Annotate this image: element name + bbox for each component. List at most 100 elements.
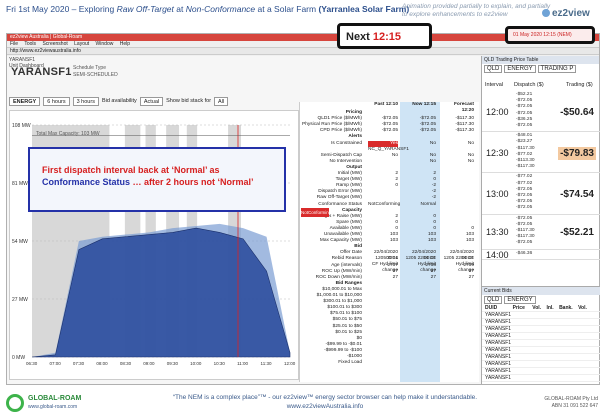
bid-row[interactable]: YARANSF1 xyxy=(482,361,600,368)
table-row-label: Bid Ranges xyxy=(335,280,362,286)
title-prefix: Fri 1st May 2020 – Exploring xyxy=(6,4,117,14)
trading-price-panel: QLD Trading Price Table QLD ENERGY TRADI… xyxy=(481,56,600,384)
table-row-label: Spare (MW) xyxy=(336,219,362,225)
company-name: GLOBAL-ROAM Pty Ltd xyxy=(544,396,598,402)
dispatch-price: -$117.30 xyxy=(516,234,535,240)
menu-help[interactable]: Help xyxy=(120,41,130,47)
bid-row[interactable]: YARANSF1 xyxy=(482,354,600,361)
bid-availability-select[interactable]: Actual xyxy=(139,96,164,106)
next-label: Next xyxy=(346,31,373,43)
col-dispatch: Dispatch ($) xyxy=(514,82,544,88)
global-roam-logo: GLOBAL-ROAM www.global-roam.com xyxy=(6,390,86,416)
next-interval-text: Next 12:15 xyxy=(346,31,401,43)
interval-time: 12:00 xyxy=(486,106,509,117)
unit-name: YARANSF1 xyxy=(11,66,72,78)
bid-row[interactable]: YARANSF1 xyxy=(482,326,600,333)
table-row-label: $50.01 to $75 xyxy=(332,317,362,323)
interval-time: 13:30 xyxy=(486,227,509,238)
price-type-select[interactable]: TRADING P xyxy=(537,65,577,73)
table-row-label: Conformance Status xyxy=(318,201,362,207)
bid-row[interactable]: YARANSF1 xyxy=(482,347,600,354)
table-col-header-0: Past 12:10 xyxy=(374,102,398,107)
callout-text: First dispatch interval back at ‘Normal’… xyxy=(42,164,278,188)
bids-col-vol2: Vol. xyxy=(578,305,587,311)
table-row-label: $10,000.01 to Max xyxy=(322,286,362,292)
next-interval-box: Next 12:15 xyxy=(337,23,432,49)
address-bar[interactable]: http://www.ez2viewaustralia.info xyxy=(7,48,599,55)
menu-layout[interactable]: Layout xyxy=(74,41,89,47)
table-cell: 27 xyxy=(430,274,436,280)
table-row-label: Fixed Load xyxy=(338,360,362,366)
animation-note: Animation provided partially to explain,… xyxy=(402,3,550,19)
title-mid: at xyxy=(173,4,186,14)
col-interval: Interval xyxy=(485,82,504,88)
bids-rows: YARANSF1 YARANSF1 YARANSF1 YARANSF1 YARANSF1… xyxy=(482,312,600,382)
bids-region-select[interactable]: QLD xyxy=(484,296,503,304)
bid-row[interactable]: YARANSF1 xyxy=(482,333,600,340)
footer: GLOBAL-ROAM www.global-roam.com “The NEM… xyxy=(0,388,604,420)
dispatch-price: -$72.05 xyxy=(516,104,533,110)
trading-price: -$79.83 xyxy=(558,146,596,160)
bids-market-select[interactable]: ENERGY xyxy=(504,296,536,304)
address-text: http://www.ez2viewaustralia.info xyxy=(10,48,81,54)
range-before-select[interactable]: 6 hours xyxy=(43,96,70,106)
x-tick-label: 11:30 xyxy=(261,361,272,366)
footer-tagline-link[interactable]: www.ez2viewAustralia.info xyxy=(160,402,490,411)
region-select[interactable]: QLD xyxy=(484,65,503,73)
footer-company: GLOBAL-ROAM Pty Ltd ABN 31 091 522 647 xyxy=(544,396,598,410)
y-tick-label: 108 MW xyxy=(12,123,31,129)
table-cell: 0 xyxy=(395,183,398,189)
x-tick-label: 12:00 xyxy=(284,361,296,366)
range-after-select[interactable]: 3 hours xyxy=(72,96,99,106)
table-row: Conformance Status NotConforming Normal xyxy=(300,202,480,208)
table-cell: 0 xyxy=(395,225,398,231)
table-row: ROC Down (MW/min) 27 27 27 xyxy=(300,275,480,281)
x-tick-label: 10:30 xyxy=(214,361,226,366)
table-row: Spare (MW) 0 0 xyxy=(300,220,480,226)
dispatch-price: -$23.27 xyxy=(516,139,533,145)
bids-header-row: DUID Price Vol. Inl. Bank. Vol. xyxy=(482,305,600,312)
x-tick-label: 08:00 xyxy=(96,361,108,366)
menu-window[interactable]: Window xyxy=(96,41,114,47)
bid-row[interactable]: YARANSF1 xyxy=(482,312,600,319)
panel-column-headers: Interval Dispatch ($) Trading ($) xyxy=(482,82,600,89)
table-row: $75.01 to $100 xyxy=(300,311,480,317)
bid-row[interactable]: YARANSF1 xyxy=(482,368,600,375)
table-row: -$1000 xyxy=(300,354,480,360)
dispatch-price: -$72.05 xyxy=(516,186,533,192)
y-tick-label: 27 MW xyxy=(12,297,28,303)
market-select[interactable]: ENERGY xyxy=(504,65,536,73)
panel-tabs: QLD ENERGY TRADING P xyxy=(482,64,599,74)
annotation-callout: First dispatch interval back at ‘Normal’… xyxy=(28,147,286,212)
dispatch-price: -$48.01 xyxy=(516,133,533,139)
menu-tools[interactable]: Tools xyxy=(24,41,36,47)
bid-row[interactable]: YARANSF1 xyxy=(482,340,600,347)
table-row-label: Max Capacity (MW) xyxy=(319,238,362,244)
schedule-type-value: SEMI-SCHEDULED xyxy=(73,72,118,78)
bid-row[interactable]: YARANSF1 xyxy=(482,319,600,326)
x-tick-label: 09:00 xyxy=(143,361,155,366)
block-separator xyxy=(482,131,600,133)
global-roam-name: GLOBAL-ROAM xyxy=(28,395,82,402)
table-row-label: ROC Up (MW/min) xyxy=(321,268,362,274)
bid-stack-select[interactable]: All xyxy=(214,96,229,106)
menu-file[interactable]: File xyxy=(10,41,18,47)
trading-price: -$52.21 xyxy=(560,227,594,239)
bids-col-inl: Inl. xyxy=(546,305,554,311)
table-row-label: Semi-Dispatch Cap xyxy=(320,152,362,158)
table-cell: 2738 xyxy=(425,262,436,268)
dispatch-price: -$72.05 xyxy=(516,193,533,198)
table-header-row: Past 12:10 Now 12:15 Forecast 12:20 xyxy=(300,102,480,113)
table-row: $100.01 to $300 xyxy=(300,305,480,311)
global-roam-url: www.global-roam.com xyxy=(28,404,78,410)
dispatch-price: -$117.30 xyxy=(516,145,535,151)
menu-screenshot[interactable]: Screenshot xyxy=(42,41,67,47)
y-tick-label: 81 MW xyxy=(12,181,28,187)
bid-row[interactable]: YARANSF1 xyxy=(482,375,600,382)
energy-select[interactable]: ENERGY xyxy=(9,96,41,106)
table-cell: No xyxy=(467,152,474,158)
block-separator xyxy=(482,213,600,215)
global-roam-ring-icon xyxy=(6,394,24,412)
table-row-label: $25.01 to $50 xyxy=(332,323,362,329)
callout-text-red-2: … after 2 hours not ‘Normal’ xyxy=(130,177,254,187)
